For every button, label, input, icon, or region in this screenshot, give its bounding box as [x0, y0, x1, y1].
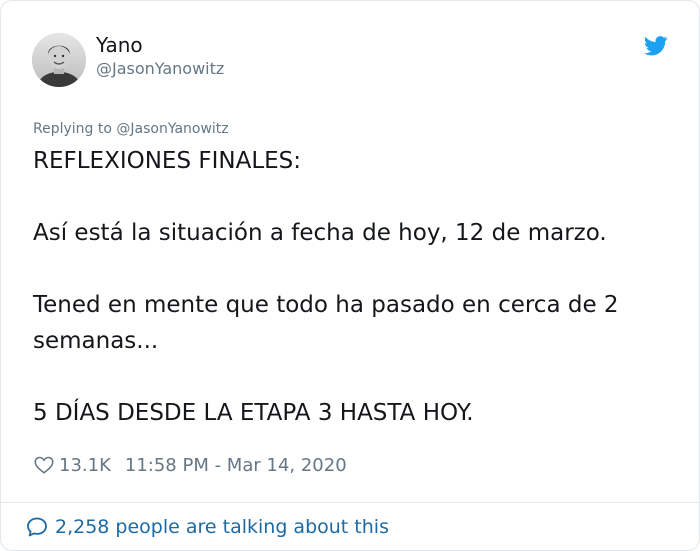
talking-count-label[interactable]: 2,258 people are talking about this [55, 516, 389, 538]
twitter-bird-icon[interactable] [644, 36, 668, 56]
heart-icon[interactable] [33, 454, 55, 476]
tweet-timestamp[interactable]: 11:58 PM - Mar 14, 2020 [125, 455, 347, 476]
replying-to[interactable]: Replying to @JasonYanowitz [33, 120, 229, 138]
tweet-paragraph: 5 DÍAS DESDE LA ETAPA 3 HASTA HOY. [33, 400, 474, 426]
tweet-paragraph: Así está la situación a fecha de hoy, 12… [33, 220, 607, 246]
display-name[interactable]: Yano [96, 33, 143, 57]
embedded-tweet-card: Yano @JasonYanowitz Replying to @JasonYa… [0, 0, 700, 551]
tweet-text: REFLEXIONES FINALES: Así está la situaci… [33, 143, 673, 431]
like-count[interactable]: 13.1K [59, 455, 111, 476]
avatar-image [32, 33, 86, 87]
divider [1, 502, 699, 503]
tweet-meta: 13.1K 11:58 PM - Mar 14, 2020 [33, 452, 347, 478]
avatar[interactable] [32, 33, 86, 87]
speech-bubble-icon [27, 517, 47, 537]
tweet-paragraph: REFLEXIONES FINALES: [33, 148, 302, 174]
user-handle[interactable]: @JasonYanowitz [96, 59, 224, 79]
tweet-paragraph: Tened en mente que todo ha pasado en cer… [33, 292, 619, 354]
conversation-link[interactable]: 2,258 people are talking about this [25, 513, 389, 541]
